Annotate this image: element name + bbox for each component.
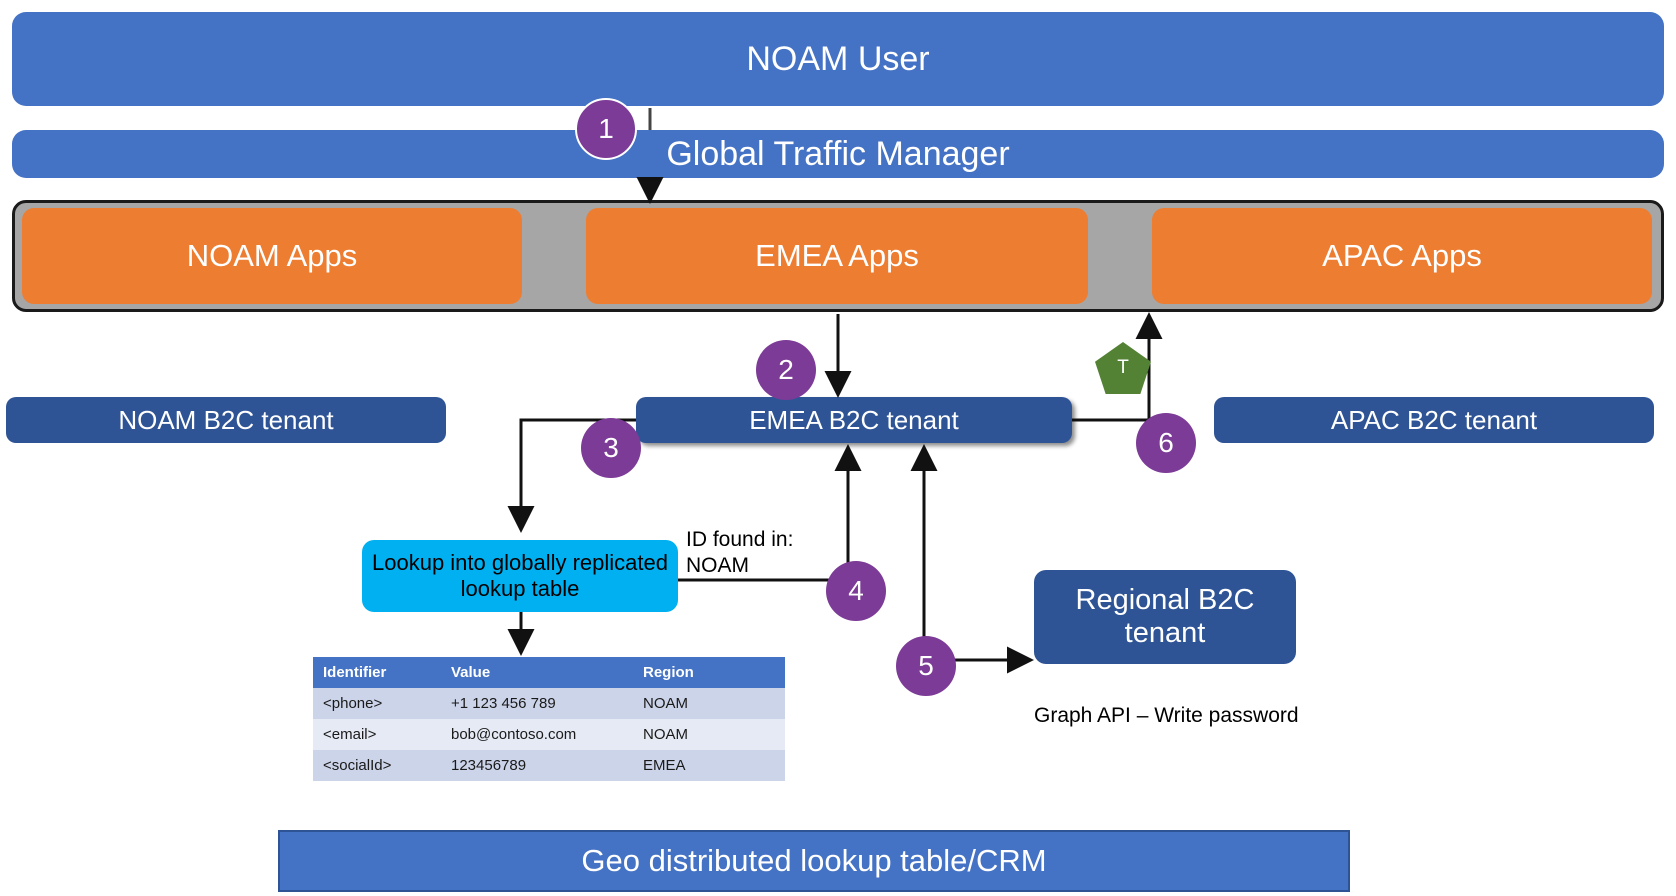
table-row: <phone> +1 123 456 789 NOAM — [313, 688, 785, 719]
emea-b2c-tenant-box: EMEA B2C tenant — [636, 397, 1072, 443]
step-2-number: 2 — [778, 354, 794, 385]
lookup-table-box: Lookup into globally replicated lookup t… — [362, 540, 678, 612]
regional-b2c-tenant-box: Regional B2C tenant — [1034, 570, 1296, 664]
lookup-table-box-label: Lookup into globally replicated lookup t… — [372, 549, 668, 601]
cell-identifier: <socialId> — [313, 750, 441, 781]
step-marker-5[interactable]: 5 — [896, 636, 956, 696]
emea-apps-box: EMEA Apps — [586, 208, 1088, 304]
step-marker-3[interactable]: 3 — [581, 418, 641, 478]
noam-apps-label: NOAM Apps — [186, 238, 358, 273]
column-header-value: Value — [441, 657, 633, 688]
global-traffic-manager-bar: Global Traffic Manager — [12, 130, 1664, 178]
step-marker-1[interactable]: 1 — [575, 98, 637, 160]
step-3-number: 3 — [603, 432, 619, 463]
geo-distributed-lookup-bar: Geo distributed lookup table/CRM — [278, 830, 1350, 892]
apac-b2c-tenant-box: APAC B2C tenant — [1214, 397, 1654, 443]
column-header-identifier: Identifier — [313, 657, 441, 688]
emea-apps-label: EMEA Apps — [755, 238, 919, 273]
token-pentagon-icon: T — [1095, 342, 1151, 394]
regional-b2c-tenant-label: Regional B2C tenant — [1075, 583, 1255, 649]
cell-region: EMEA — [633, 750, 785, 781]
cell-identifier: <email> — [313, 719, 441, 750]
noam-b2c-tenant-box: NOAM B2C tenant — [6, 397, 446, 443]
lookup-data-table: Identifier Value Region <phone> +1 123 4… — [313, 657, 785, 781]
id-found-in-label: ID found in: NOAM — [686, 528, 794, 578]
diagram-canvas: NOAM User Global Traffic Manager NOAM Ap… — [0, 0, 1676, 896]
step-marker-4[interactable]: 4 — [826, 561, 886, 621]
column-header-region: Region — [633, 657, 785, 688]
step-4-number: 4 — [848, 575, 864, 606]
cell-value: bob@contoso.com — [441, 719, 633, 750]
global-traffic-manager-label: Global Traffic Manager — [666, 134, 1010, 173]
step-1-number: 1 — [598, 113, 614, 144]
table-row: <email> bob@contoso.com NOAM — [313, 719, 785, 750]
geo-distributed-lookup-label: Geo distributed lookup table/CRM — [581, 843, 1047, 878]
cell-region: NOAM — [633, 719, 785, 750]
cell-identifier: <phone> — [313, 688, 441, 719]
apac-apps-label: APAC Apps — [1322, 238, 1482, 273]
noam-user-bar: NOAM User — [12, 12, 1664, 106]
step-marker-6[interactable]: 6 — [1136, 413, 1196, 473]
table-row: <socialId> 123456789 EMEA — [313, 750, 785, 781]
noam-b2c-tenant-label: NOAM B2C tenant — [118, 404, 334, 435]
cell-value: 123456789 — [441, 750, 633, 781]
step-6-number: 6 — [1158, 427, 1174, 458]
step-marker-2[interactable]: 2 — [756, 340, 816, 400]
cell-value: +1 123 456 789 — [441, 688, 633, 719]
table-header-row: Identifier Value Region — [313, 657, 785, 688]
step-5-number: 5 — [918, 650, 934, 681]
emea-b2c-tenant-label: EMEA B2C tenant — [749, 404, 959, 435]
apac-apps-box: APAC Apps — [1152, 208, 1652, 304]
cell-region: NOAM — [633, 688, 785, 719]
token-badge-label: T — [1117, 357, 1129, 378]
noam-user-label: NOAM User — [746, 39, 930, 78]
apac-b2c-tenant-label: APAC B2C tenant — [1330, 404, 1538, 435]
noam-apps-box: NOAM Apps — [22, 208, 522, 304]
graph-api-label: Graph API – Write password — [1034, 704, 1299, 727]
